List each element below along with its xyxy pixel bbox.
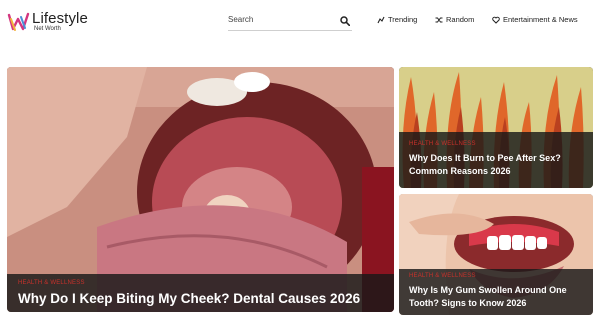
article-title[interactable]: Why Do I Keep Biting My Cheek? Dental Ca… xyxy=(18,291,360,306)
logo-mark-icon xyxy=(7,12,30,31)
article-card[interactable]: HEALTH & WELLNESS Why Does It Burn to Pe… xyxy=(399,67,593,188)
featured-caption: HEALTH & WELLNESS Why Do I Keep Biting M… xyxy=(7,274,394,312)
category-label[interactable]: HEALTH & WELLNESS xyxy=(409,141,476,147)
nav-random[interactable]: Random xyxy=(435,15,474,24)
search-box[interactable]: Search xyxy=(228,12,352,31)
category-label[interactable]: HEALTH & WELLNESS xyxy=(18,280,85,286)
category-label[interactable]: HEALTH & WELLNESS xyxy=(409,273,476,279)
search-input[interactable]: Search xyxy=(228,15,253,24)
logo-title: Lifestyle xyxy=(32,10,88,27)
trending-icon xyxy=(377,16,385,23)
featured-article-card[interactable]: HEALTH & WELLNESS Why Do I Keep Biting M… xyxy=(7,67,394,312)
logo-tagline: Net Worth xyxy=(34,26,61,32)
article-caption: HEALTH & WELLNESS Why Does It Burn to Pe… xyxy=(399,132,593,188)
nav-random-label: Random xyxy=(446,15,475,24)
site-logo[interactable]: Lifestyle Net Worth xyxy=(7,10,107,34)
nav-trending-label: Trending xyxy=(388,15,418,24)
heart-icon xyxy=(492,16,500,24)
article-caption: HEALTH & WELLNESS Why Is My Gum Swollen … xyxy=(399,269,593,315)
nav-entertainment-news[interactable]: Entertainment & News xyxy=(492,15,578,24)
search-icon[interactable] xyxy=(340,16,350,26)
nav-entertainment-label: Entertainment & News xyxy=(503,15,578,24)
nav-trending[interactable]: Trending xyxy=(377,15,417,24)
article-title[interactable]: Why Does It Burn to Pee After Sex? Commo… xyxy=(409,152,589,177)
site-header: Lifestyle Net Worth Search Trending Rand… xyxy=(0,0,600,48)
shuffle-icon xyxy=(435,17,443,22)
article-title[interactable]: Why Is My Gum Swollen Around One Tooth? … xyxy=(409,284,589,309)
article-card[interactable]: HEALTH & WELLNESS Why Is My Gum Swollen … xyxy=(399,194,593,315)
